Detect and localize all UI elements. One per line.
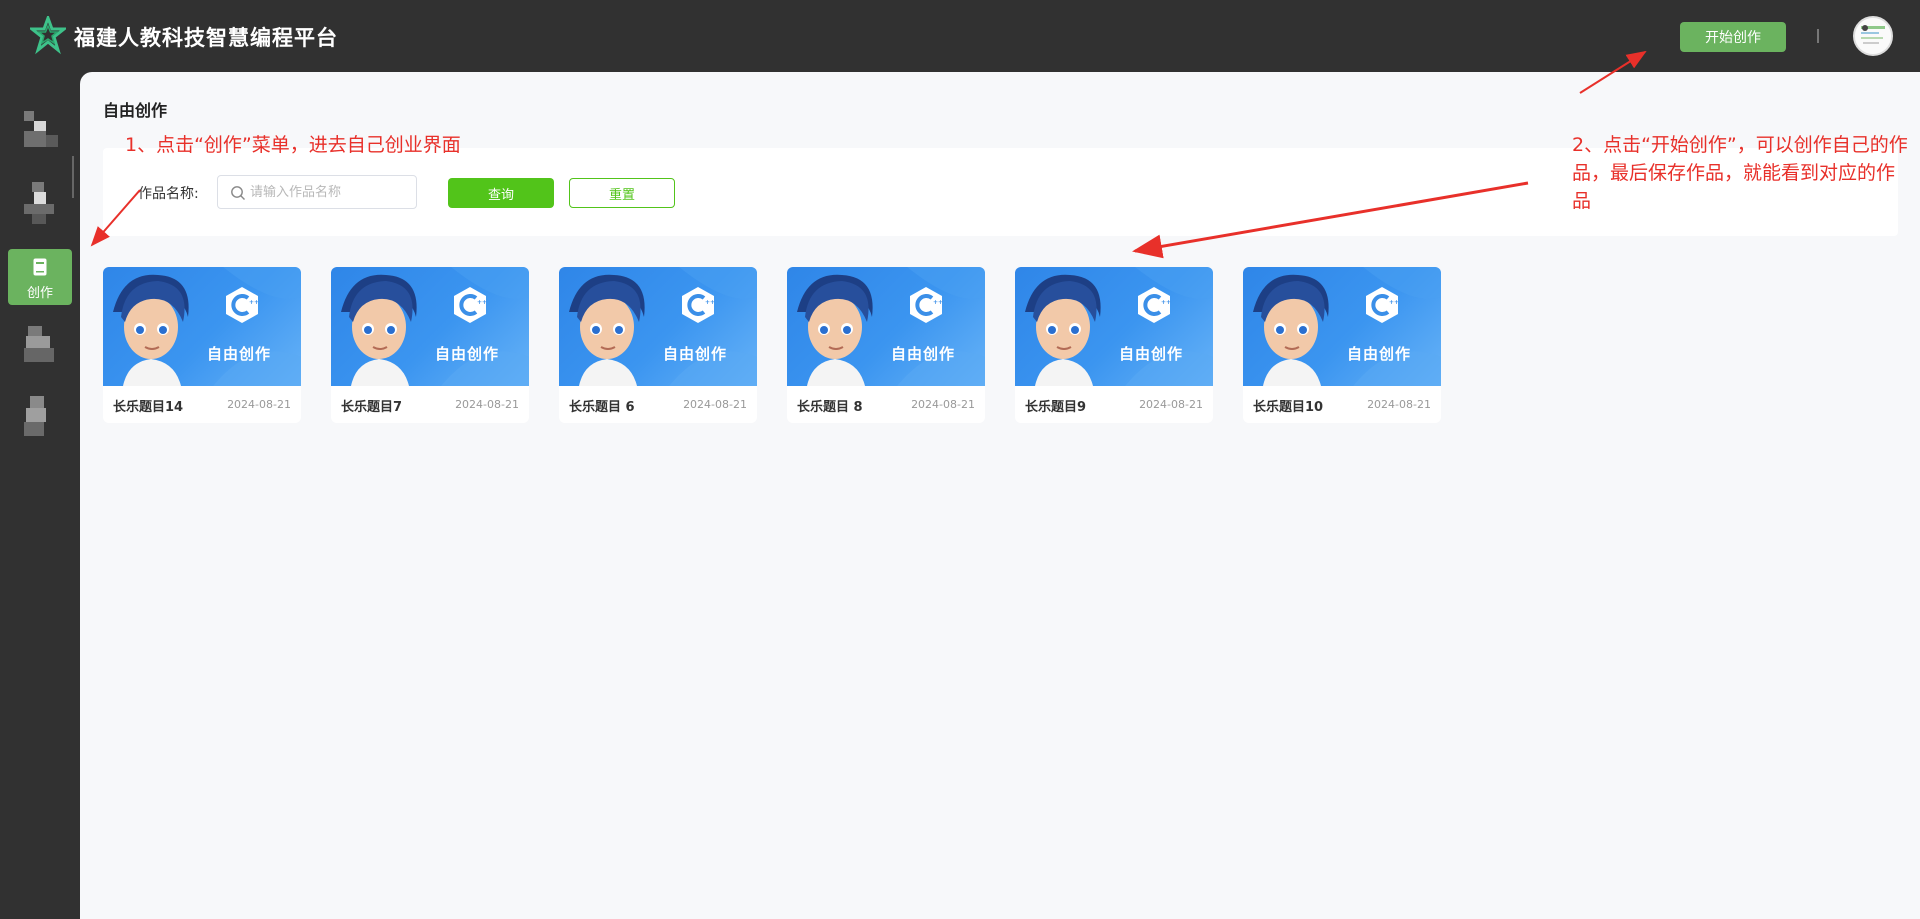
card-thumb-text: 自由创作 (207, 345, 272, 363)
card-thumbnail: ++ 自由创作 (559, 267, 757, 386)
logo-icon (30, 16, 66, 55)
card-date: 2024-08-21 (1367, 398, 1431, 411)
query-button[interactable]: 查询 (448, 178, 554, 208)
card-date: 2024-08-21 (911, 398, 975, 411)
app-title: 福建人教科技智慧编程平台 (74, 26, 338, 50)
annotation-step-2: 2、点击“开始创作”，可以创作自己的作品，最后保存作品，就能看到对应的作品 (1572, 134, 1908, 212)
work-card[interactable]: ++ 自由创作 长乐题目14 2024-08-21 (103, 267, 301, 423)
document-icon (33, 258, 47, 276)
card-title: 长乐题目9 (1025, 400, 1087, 415)
card-title: 长乐题目7 (341, 400, 403, 415)
work-name-label: 作品名称: (138, 186, 199, 202)
work-card[interactable]: ++ 自由创作 长乐题目10 2024-08-21 (1243, 267, 1441, 423)
card-date: 2024-08-21 (683, 398, 747, 411)
annotation-step-1: 1、点击“创作”菜单，进去自己创业界面 (125, 134, 461, 156)
svg-text:++: ++ (1389, 299, 1399, 306)
page-title: 自由创作 (103, 101, 168, 120)
svg-text:++: ++ (705, 299, 715, 306)
sidebar-item-blurred-1[interactable] (20, 105, 64, 161)
character-illustration-icon: ++ (1253, 267, 1441, 386)
card-thumbnail: ++ 自由创作 (787, 267, 985, 386)
sidebar-item-label: 创作 (26, 286, 53, 301)
card-thumb-text: 自由创作 (1347, 345, 1412, 363)
card-date: 2024-08-21 (227, 398, 291, 411)
sidebar: 创作 (0, 72, 80, 919)
work-card[interactable]: ++ 自由创作 长乐题目7 2024-08-21 (331, 267, 529, 423)
search-icon (231, 186, 245, 200)
character-illustration-icon: ++ (113, 267, 301, 386)
card-date: 2024-08-21 (455, 398, 519, 411)
card-thumb-text: 自由创作 (1119, 345, 1184, 363)
card-thumbnail: ++ 自由创作 (1015, 267, 1213, 386)
character-illustration-icon: ++ (797, 267, 985, 386)
svg-text:++: ++ (933, 299, 943, 306)
card-thumb-text: 自由创作 (435, 345, 500, 363)
avatar-image-icon (1855, 18, 1891, 54)
sidebar-scrollbar[interactable] (72, 156, 74, 198)
top-header: 福建人教科技智慧编程平台 开始创作 (0, 0, 1920, 72)
svg-text:++: ++ (1161, 299, 1171, 306)
card-thumb-text: 自由创作 (891, 345, 956, 363)
search-input[interactable] (250, 182, 410, 202)
card-thumbnail: ++ 自由创作 (103, 267, 301, 386)
sidebar-item-create[interactable]: 创作 (8, 249, 72, 305)
work-card[interactable]: ++ 自由创作 长乐题目 6 2024-08-21 (559, 267, 757, 423)
card-title: 长乐题目 8 (797, 400, 863, 415)
card-title: 长乐题目 6 (569, 400, 635, 415)
reset-button[interactable]: 重置 (569, 178, 675, 208)
sidebar-item-blurred-2[interactable] (20, 178, 64, 234)
sidebar-item-blurred-3[interactable] (20, 320, 64, 376)
sidebar-item-blurred-4[interactable] (20, 392, 64, 448)
card-title: 长乐题目14 (113, 400, 184, 415)
search-field[interactable] (217, 175, 417, 209)
character-illustration-icon: ++ (341, 267, 529, 386)
card-date: 2024-08-21 (1139, 398, 1203, 411)
svg-text:++: ++ (249, 299, 259, 306)
svg-text:++: ++ (477, 299, 487, 306)
work-card[interactable]: ++ 自由创作 长乐题目9 2024-08-21 (1015, 267, 1213, 423)
card-title: 长乐题目10 (1253, 400, 1324, 415)
card-thumbnail: ++ 自由创作 (1243, 267, 1441, 386)
start-create-button[interactable]: 开始创作 (1680, 22, 1786, 52)
card-thumb-text: 自由创作 (663, 345, 728, 363)
character-illustration-icon: ++ (569, 267, 757, 386)
work-card[interactable]: ++ 自由创作 长乐题目 8 2024-08-21 (787, 267, 985, 423)
character-illustration-icon: ++ (1025, 267, 1213, 386)
card-thumbnail: ++ 自由创作 (331, 267, 529, 386)
user-avatar[interactable] (1853, 16, 1893, 56)
header-divider (1817, 29, 1819, 43)
